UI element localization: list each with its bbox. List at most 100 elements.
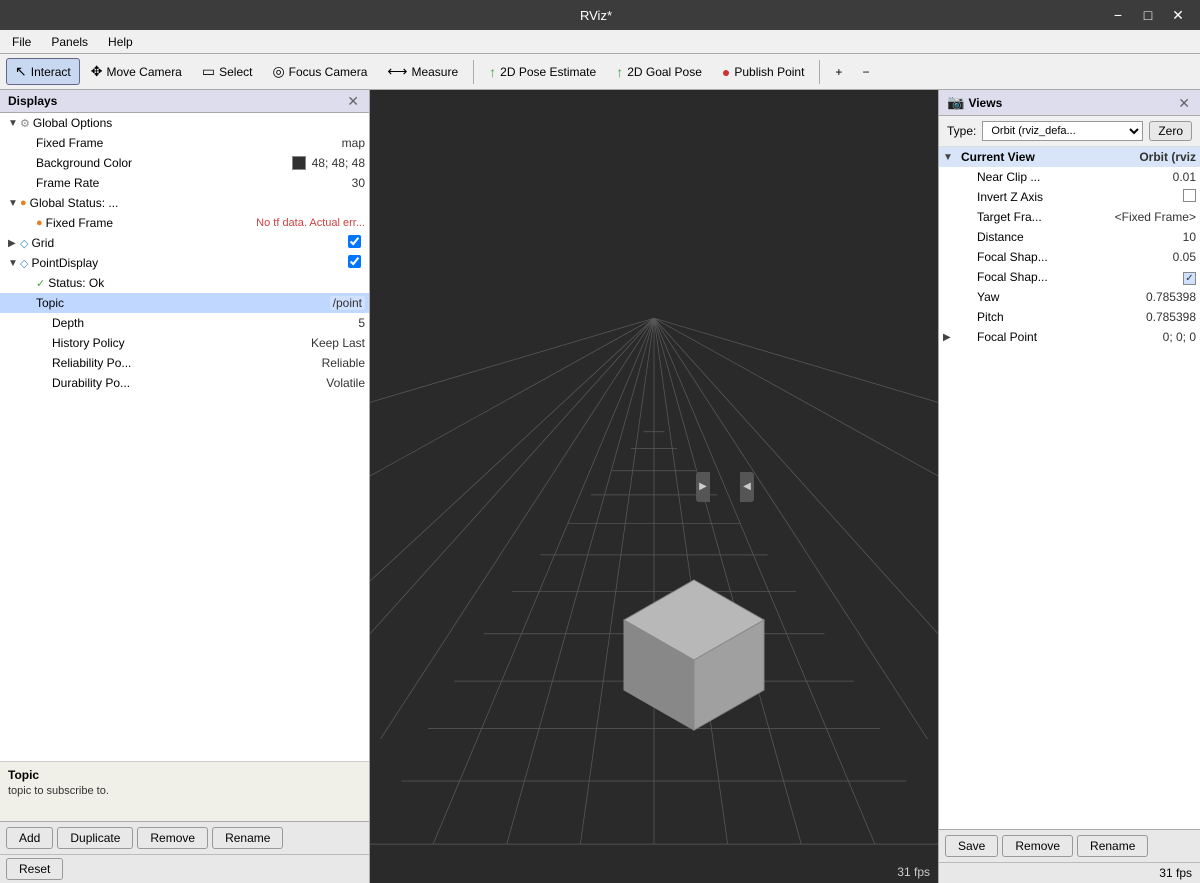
durability-row[interactable]: Durability Po... Volatile xyxy=(0,373,369,393)
3d-cube xyxy=(614,570,774,753)
interact-button[interactable]: ↖ Interact xyxy=(6,58,80,85)
maximize-button[interactable]: □ xyxy=(1134,4,1162,26)
reset-button[interactable]: Reset xyxy=(6,858,63,880)
point-display-checkbox[interactable] xyxy=(348,255,361,271)
views-panel: 📷 Views ✕ Type: Orbit (rviz_defa... Zero… xyxy=(938,90,1200,883)
point-display-check-input[interactable] xyxy=(348,255,361,268)
menu-help[interactable]: Help xyxy=(100,33,141,51)
2d-pose-estimate-button[interactable]: ↑ 2D Pose Estimate xyxy=(480,59,605,85)
focal-shape-size-label: Focal Shap... xyxy=(973,250,1173,264)
focal-shape-visible-checkbox[interactable]: ✓ xyxy=(1183,270,1196,285)
views-zero-button[interactable]: Zero xyxy=(1149,121,1192,141)
grid-label: Grid xyxy=(31,236,348,250)
displays-panel-close[interactable]: ✕ xyxy=(345,94,361,108)
status-ok-icon: ✓ xyxy=(36,277,45,290)
global-options-arrow: ▼ xyxy=(8,118,18,129)
background-color-row[interactable]: Background Color 48; 48; 48 xyxy=(0,153,369,173)
info-box: Topic topic to subscribe to. xyxy=(0,761,369,821)
point-display-label: PointDisplay xyxy=(31,256,348,270)
yaw-row[interactable]: Yaw 0.785398 xyxy=(939,287,1200,307)
toolbar-separator-1 xyxy=(473,60,474,84)
focal-shape-size-row[interactable]: Focal Shap... 0.05 xyxy=(939,247,1200,267)
focal-point-row[interactable]: ▶ Focal Point 0; 0; 0 xyxy=(939,327,1200,347)
reliability-row[interactable]: Reliability Po... Reliable xyxy=(0,353,369,373)
history-policy-value: Keep Last xyxy=(311,336,365,350)
menu-file[interactable]: File xyxy=(4,33,39,51)
displays-tree[interactable]: ▼ ⚙ Global Options Fixed Frame map Backg… xyxy=(0,113,369,761)
invert-z-row[interactable]: Invert Z Axis xyxy=(939,187,1200,207)
duplicate-button[interactable]: Duplicate xyxy=(57,827,133,849)
views-rename-button[interactable]: Rename xyxy=(1077,835,1148,857)
topic-row[interactable]: Topic /point xyxy=(0,293,369,313)
focal-shape-box[interactable]: ✓ xyxy=(1183,272,1196,285)
select-button[interactable]: ▭ Select xyxy=(193,58,262,85)
invert-z-box[interactable] xyxy=(1183,189,1196,202)
distance-row[interactable]: Distance 10 xyxy=(939,227,1200,247)
point-display-row[interactable]: ▼ ◇ PointDisplay xyxy=(0,253,369,273)
near-clip-value: 0.01 xyxy=(1173,170,1196,184)
topic-value[interactable]: /point xyxy=(330,296,365,310)
depth-row[interactable]: Depth 5 xyxy=(0,313,369,333)
reliability-value: Reliable xyxy=(322,356,365,370)
pitch-row[interactable]: Pitch 0.785398 xyxy=(939,307,1200,327)
3d-viewport[interactable]: ◀ ▶ xyxy=(370,90,938,883)
reliability-label: Reliability Po... xyxy=(52,356,322,370)
right-collapse-arrow[interactable]: ▶ xyxy=(696,472,710,502)
title-bar: RViz* − □ ✕ xyxy=(0,0,1200,30)
move-camera-button[interactable]: ✥ Move Camera xyxy=(82,58,191,85)
views-save-button[interactable]: Save xyxy=(945,835,998,857)
views-type-select[interactable]: Orbit (rviz_defa... xyxy=(982,121,1143,141)
focal-shape-visible-row[interactable]: Focal Shap... ✓ xyxy=(939,267,1200,287)
target-frame-row[interactable]: Target Fra... <Fixed Frame> xyxy=(939,207,1200,227)
focal-point-value: 0; 0; 0 xyxy=(1163,330,1196,344)
grid-checkbox[interactable] xyxy=(348,235,361,251)
pitch-label: Pitch xyxy=(973,310,1146,324)
menu-panels[interactable]: Panels xyxy=(43,33,96,51)
fixed-frame-status-row[interactable]: ● Fixed Frame No tf data. Actual err... xyxy=(0,213,369,233)
info-title: Topic xyxy=(8,768,361,782)
invert-z-label: Invert Z Axis xyxy=(973,190,1183,204)
2d-goal-label: 2D Goal Pose xyxy=(627,65,702,79)
fixed-frame-value: map xyxy=(342,136,365,150)
select-icon: ▭ xyxy=(202,63,215,80)
close-button[interactable]: ✕ xyxy=(1164,4,1192,26)
views-tree: ▼ Current View Orbit (rviz Near Clip ...… xyxy=(939,147,1200,829)
add-button[interactable]: Add xyxy=(6,827,53,849)
2d-pose-label: 2D Pose Estimate xyxy=(500,65,596,79)
near-clip-row[interactable]: Near Clip ... 0.01 xyxy=(939,167,1200,187)
target-frame-value: <Fixed Frame> xyxy=(1115,210,1196,224)
measure-icon: ⟷ xyxy=(387,63,407,80)
frame-rate-row[interactable]: Frame Rate 30 xyxy=(0,173,369,193)
minimize-button[interactable]: − xyxy=(1104,4,1132,26)
global-status-row[interactable]: ▼ ● Global Status: ... xyxy=(0,193,369,213)
left-collapse-arrow[interactable]: ◀ xyxy=(740,472,754,502)
invert-z-checkbox[interactable] xyxy=(1183,189,1196,205)
grid-row[interactable]: ▶ ◇ Grid xyxy=(0,233,369,253)
3d-grid xyxy=(370,90,938,883)
fps-label: 31 fps xyxy=(1159,866,1192,880)
grid-check-input[interactable] xyxy=(348,235,361,248)
current-view-row[interactable]: ▼ Current View Orbit (rviz xyxy=(939,147,1200,167)
2d-goal-pose-button[interactable]: ↑ 2D Goal Pose xyxy=(607,59,711,85)
main-content: Displays ✕ ▼ ⚙ Global Options Fixed Fram… xyxy=(0,90,1200,883)
add-tool-button[interactable]: + xyxy=(826,60,851,84)
views-panel-close[interactable]: ✕ xyxy=(1176,96,1192,110)
remove-button[interactable]: Remove xyxy=(137,827,208,849)
displays-panel-header: Displays ✕ xyxy=(0,90,369,113)
status-ok-row[interactable]: ✓ Status: Ok xyxy=(0,273,369,293)
global-status-arrow: ▼ xyxy=(8,198,18,209)
background-color-value: 48; 48; 48 xyxy=(292,156,365,170)
focal-shape-visible-label: Focal Shap... xyxy=(973,270,1183,284)
history-policy-row[interactable]: History Policy Keep Last xyxy=(0,333,369,353)
focus-camera-button[interactable]: ◎ Focus Camera xyxy=(263,58,376,85)
measure-button[interactable]: ⟷ Measure xyxy=(378,58,467,85)
fixed-frame-row[interactable]: Fixed Frame map xyxy=(0,133,369,153)
fixed-frame-label: Fixed Frame xyxy=(36,136,342,150)
remove-tool-button[interactable]: − xyxy=(853,60,878,84)
cube-svg xyxy=(614,570,774,750)
global-options-row[interactable]: ▼ ⚙ Global Options xyxy=(0,113,369,133)
grid-arrow: ▶ xyxy=(8,238,18,249)
publish-point-button[interactable]: ● Publish Point xyxy=(713,59,814,85)
views-remove-button[interactable]: Remove xyxy=(1002,835,1073,857)
rename-button[interactable]: Rename xyxy=(212,827,283,849)
